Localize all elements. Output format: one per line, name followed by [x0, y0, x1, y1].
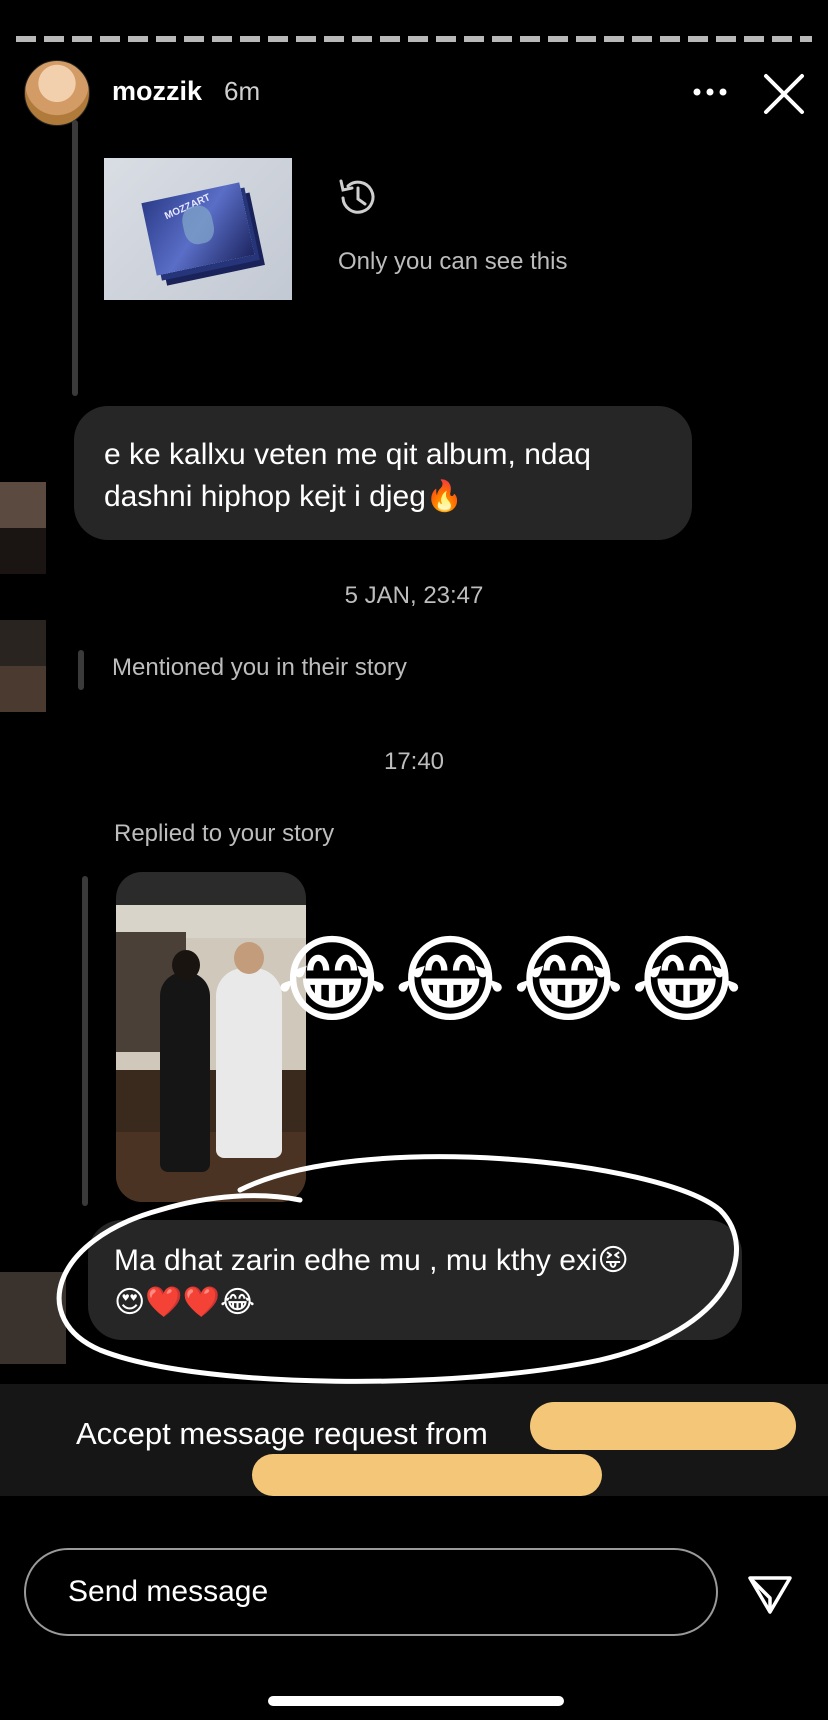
timestamp: 5 JAN, 23:47 — [344, 582, 484, 609]
mention-note: Mentioned you in their story — [112, 654, 407, 681]
pixelated-redaction — [0, 620, 46, 666]
avatar[interactable] — [24, 60, 90, 126]
history-icon — [334, 174, 382, 222]
album-thumbnail[interactable]: MOZZART — [104, 158, 292, 300]
redaction-mark — [252, 1454, 602, 1496]
message-bubble[interactable]: e ke kallxu veten me qit album, ndaq das… — [74, 406, 692, 540]
emoji-reply[interactable]: 😂😂😂😂 — [276, 926, 749, 1036]
thread-line — [72, 120, 78, 396]
album-cover: MOZZART — [141, 182, 255, 276]
more-options-icon[interactable] — [690, 72, 730, 112]
album-label: MOZZART — [163, 192, 213, 223]
accept-request-text[interactable]: Accept message request from — [76, 1416, 488, 1452]
hand-drawn-circle — [56, 1154, 739, 1384]
redaction-mark — [530, 1402, 796, 1450]
story-progress-bar — [16, 36, 812, 42]
send-icon[interactable] — [744, 1568, 796, 1620]
pixelated-redaction — [0, 666, 46, 712]
reply-note: Replied to your story — [114, 820, 335, 847]
only-you-note: Only you can see this — [338, 248, 568, 275]
thread-line — [78, 650, 84, 690]
send-message-input[interactable]: Send message — [24, 1548, 718, 1636]
send-message-placeholder: Send message — [68, 1575, 269, 1608]
home-indicator — [268, 1696, 564, 1706]
close-icon[interactable] — [760, 70, 808, 118]
timestamp: 17:40 — [383, 748, 445, 775]
pixelated-redaction — [0, 528, 46, 574]
pixelated-redaction — [0, 482, 46, 528]
username[interactable]: mozzik — [112, 76, 202, 107]
time-ago: 6m — [224, 76, 261, 106]
